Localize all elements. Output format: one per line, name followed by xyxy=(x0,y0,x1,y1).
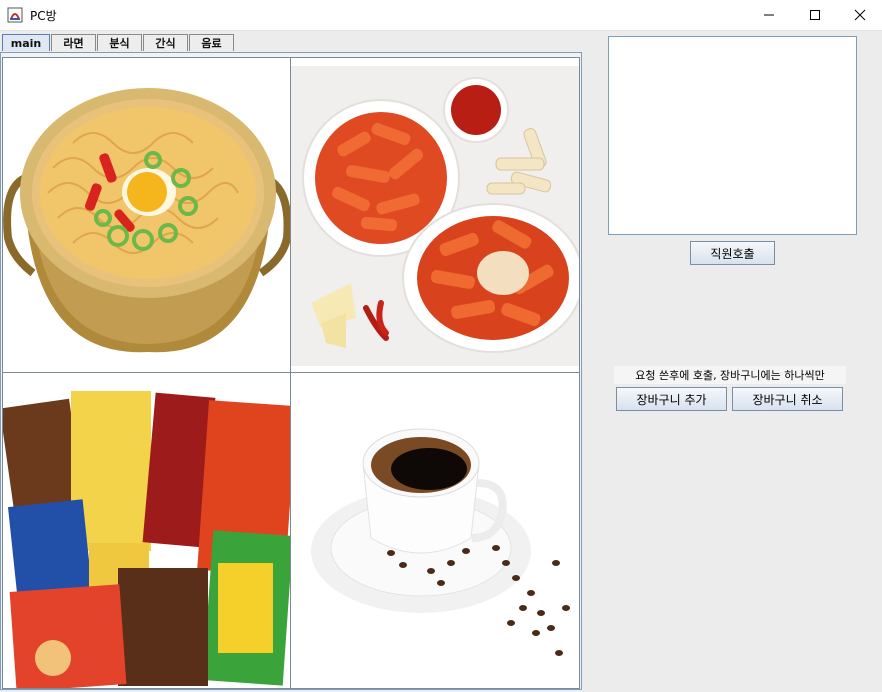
instruction-label: 요청 쓴후에 호출, 장바구니에는 하나씩만 xyxy=(614,366,846,384)
java-app-icon xyxy=(7,7,23,23)
title-bar: PC방 xyxy=(0,0,882,31)
ramen-image-cell[interactable] xyxy=(2,57,291,373)
request-text-area[interactable] xyxy=(608,36,857,235)
tab-ramen[interactable]: 라면 xyxy=(51,34,96,51)
menu-image-panel xyxy=(0,52,582,690)
coffee-cup-image xyxy=(291,373,579,688)
category-tabs: main 라면 분식 간식 음료 xyxy=(2,34,235,52)
close-icon xyxy=(854,9,866,21)
cart-cancel-button[interactable]: 장바구니 취소 xyxy=(732,387,843,411)
ramen-pot-image xyxy=(3,58,290,372)
tteokbokki-image xyxy=(291,58,579,372)
tab-drink[interactable]: 음료 xyxy=(189,34,234,51)
tab-bunsik[interactable]: 분식 xyxy=(97,34,142,51)
cart-add-button[interactable]: 장바구니 추가 xyxy=(616,387,727,411)
minimize-button[interactable] xyxy=(746,0,792,30)
tteokbokki-image-cell[interactable] xyxy=(290,57,580,373)
window-title: PC방 xyxy=(30,9,57,23)
tab-main[interactable]: main xyxy=(2,34,50,51)
minimize-icon xyxy=(764,14,774,16)
maximize-icon xyxy=(810,10,820,20)
close-button[interactable] xyxy=(837,0,882,30)
snacks-image-cell[interactable] xyxy=(2,372,291,689)
staff-call-button[interactable]: 직원호출 xyxy=(690,241,775,265)
coffee-image-cell[interactable] xyxy=(290,372,580,689)
maximize-button[interactable] xyxy=(792,0,838,30)
tab-snack[interactable]: 간식 xyxy=(143,34,188,51)
snack-packs-image xyxy=(3,373,290,688)
